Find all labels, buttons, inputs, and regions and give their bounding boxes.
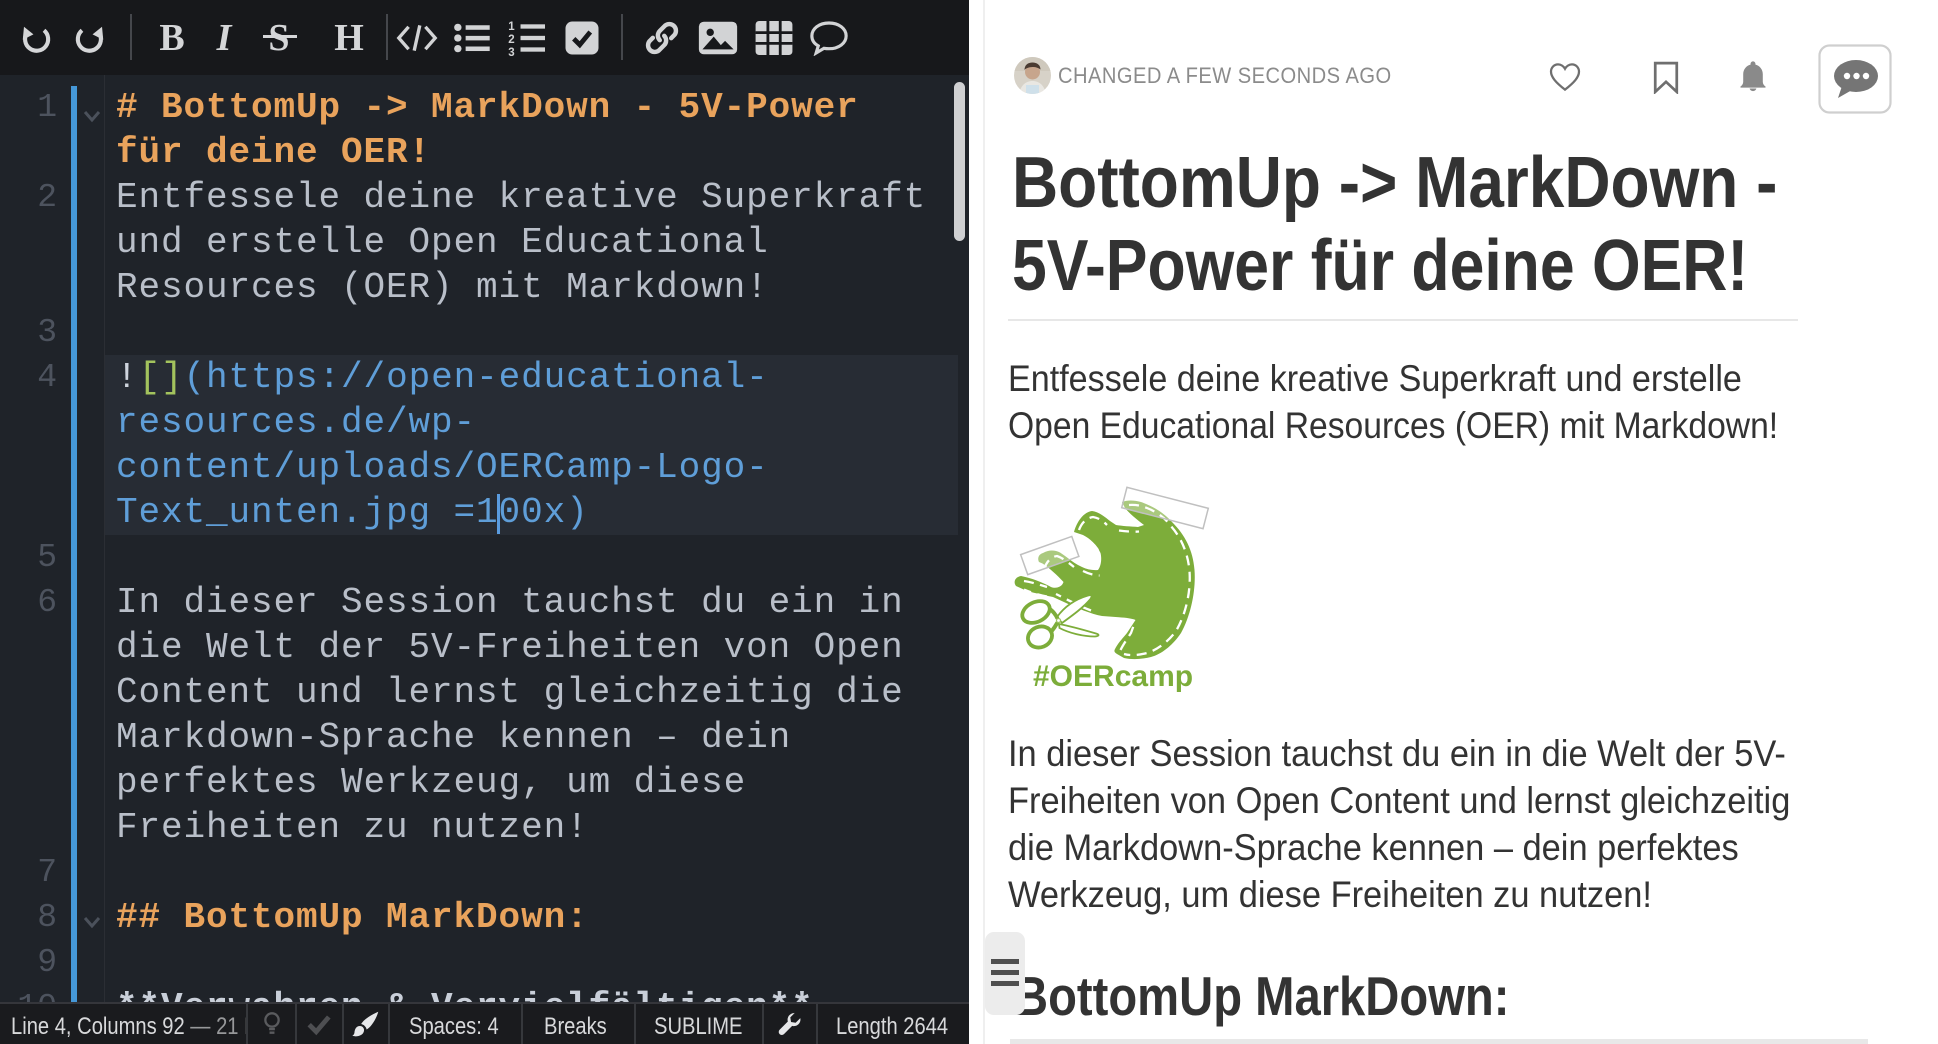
svg-text:2: 2: [508, 34, 514, 46]
svg-text:3: 3: [508, 47, 514, 56]
svg-text:1: 1: [508, 21, 515, 33]
